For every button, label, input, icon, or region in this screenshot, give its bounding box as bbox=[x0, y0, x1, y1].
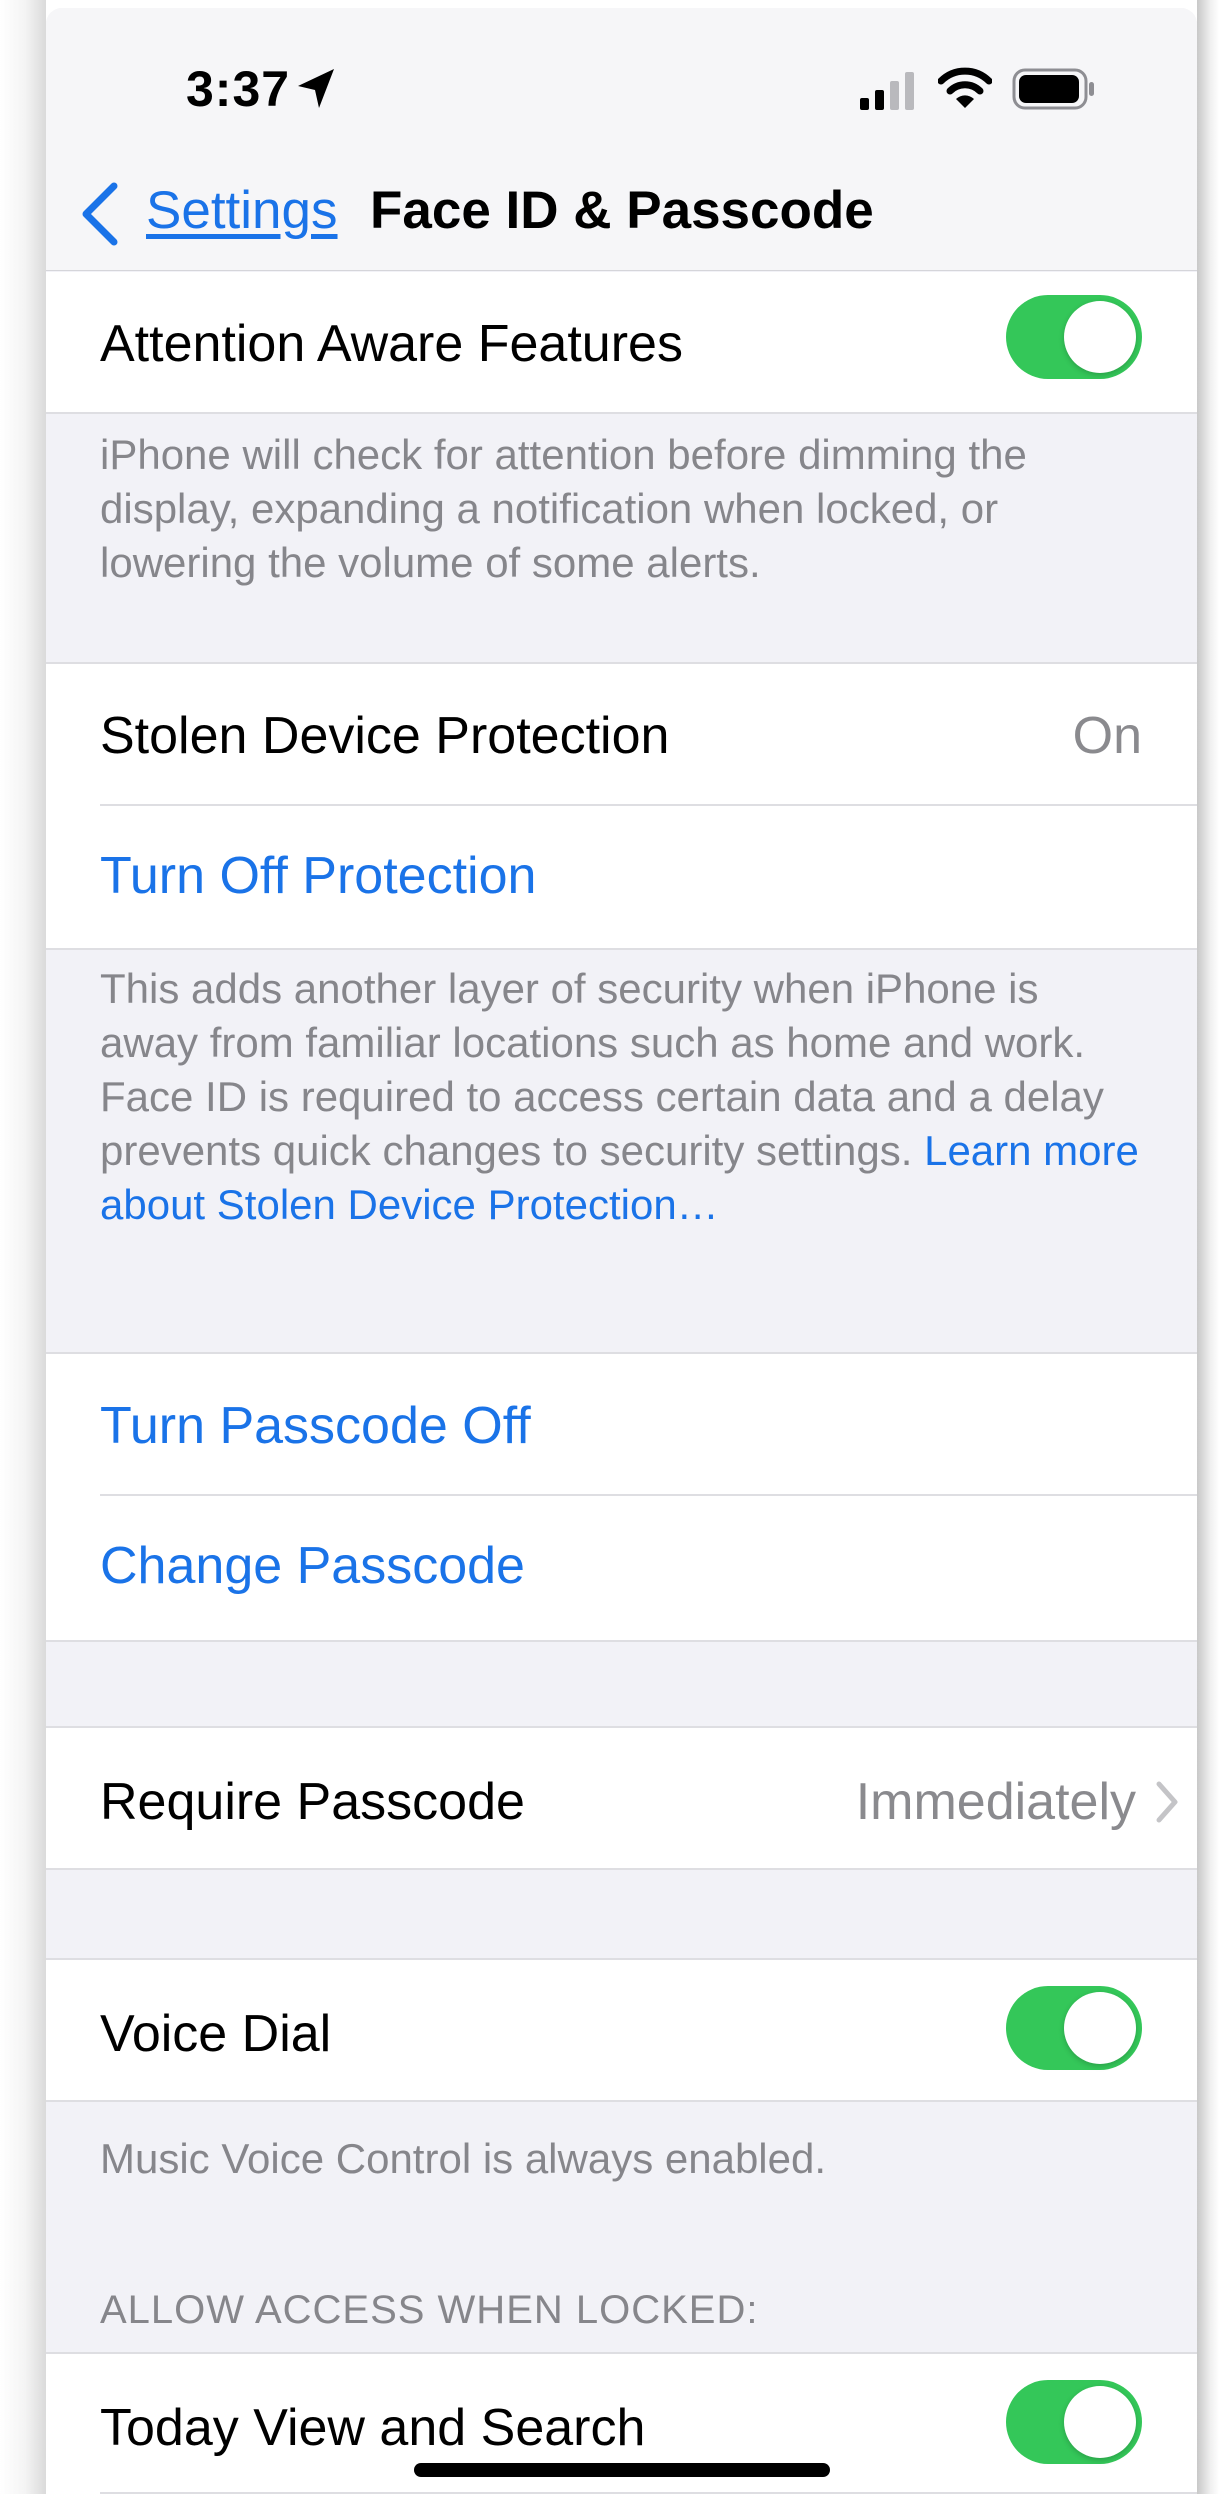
toggle-knob bbox=[1064, 301, 1136, 373]
require-passcode-value: Immediately bbox=[855, 1773, 1136, 1831]
stolen-device-footer: This adds another layer of security when… bbox=[100, 962, 1140, 1232]
today-view-toggle[interactable] bbox=[1006, 2380, 1142, 2464]
attention-aware-footer: iPhone will check for attention before d… bbox=[100, 431, 1027, 586]
back-button-label[interactable]: Settings bbox=[146, 180, 338, 241]
turn-off-protection-button[interactable]: Turn Off Protection bbox=[100, 846, 536, 906]
attention-aware-toggle[interactable] bbox=[1006, 295, 1142, 379]
home-indicator bbox=[414, 2463, 830, 2477]
today-view-label: Today View and Search bbox=[100, 2399, 646, 2457]
separator bbox=[100, 1494, 1197, 1496]
status-time: 3:37 bbox=[186, 61, 291, 117]
stolen-device-label: Stolen Device Protection bbox=[100, 707, 670, 765]
toggle-knob bbox=[1064, 1992, 1136, 2064]
screenshot-shadow-left bbox=[0, 0, 46, 2494]
voice-dial-footer: Music Voice Control is always enabled. bbox=[100, 2135, 827, 2182]
location-arrow-icon bbox=[298, 69, 334, 108]
toggle-knob bbox=[1064, 2386, 1136, 2458]
stolen-device-value: On bbox=[1072, 707, 1142, 765]
wifi-icon bbox=[938, 67, 992, 108]
page-title: Face ID & Passcode bbox=[370, 181, 874, 240]
chevron-left-icon bbox=[82, 182, 118, 246]
screenshot-shadow-right bbox=[1197, 0, 1219, 2494]
require-passcode-label: Require Passcode bbox=[100, 1773, 525, 1831]
turn-passcode-off-button[interactable]: Turn Passcode Off bbox=[100, 1396, 531, 1456]
voice-dial-label: Voice Dial bbox=[100, 2005, 332, 2063]
separator bbox=[100, 804, 1197, 806]
cellular-signal-icon bbox=[860, 72, 914, 110]
chevron-right-icon bbox=[1156, 1781, 1178, 1823]
settings-screen: 3:37 Settings Face ID & Passcode Attenti… bbox=[46, 8, 1197, 2494]
attention-aware-label: Attention Aware Features bbox=[100, 315, 683, 373]
battery-icon bbox=[1012, 68, 1094, 110]
voice-dial-toggle[interactable] bbox=[1006, 1986, 1142, 2070]
change-passcode-button[interactable]: Change Passcode bbox=[100, 1536, 525, 1596]
section-header-locked-access: ALLOW ACCESS WHEN LOCKED: bbox=[100, 2288, 759, 2332]
